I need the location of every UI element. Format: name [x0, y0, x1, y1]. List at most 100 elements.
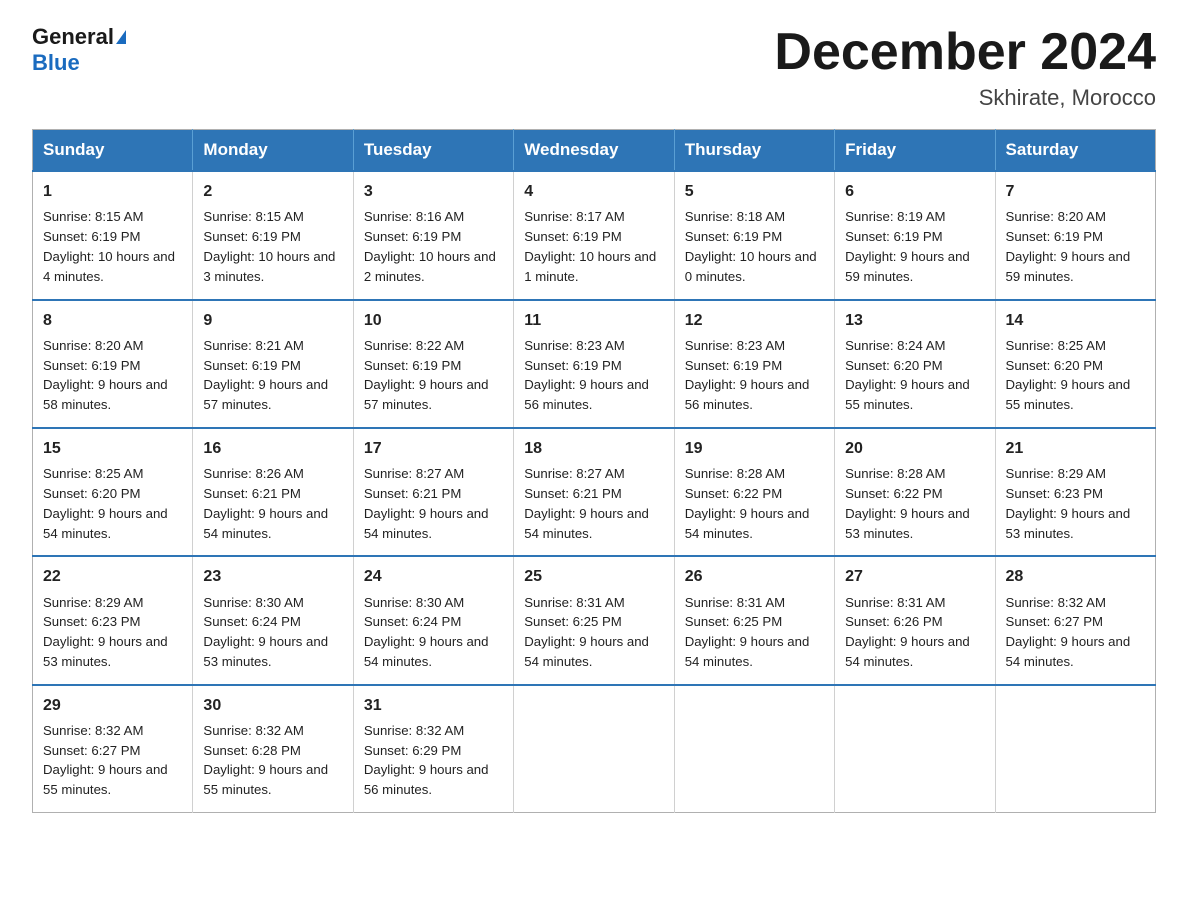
calendar-cell: 30Sunrise: 8:32 AMSunset: 6:28 PMDayligh…: [193, 685, 353, 813]
calendar-cell: 29 Sunrise: 8:32 AMSunset: 6:27 PMDayligh…: [33, 685, 193, 813]
day-number: 28: [1006, 565, 1145, 588]
calendar-header-wednesday: Wednesday: [514, 130, 674, 172]
calendar-cell: 22 Sunrise: 8:29 AMSunset: 6:23 PMDayligh…: [33, 556, 193, 684]
day-number: 6: [845, 180, 984, 203]
day-info: Sunrise: 8:27 AMSunset: 6:21 PMDaylight:…: [524, 466, 649, 540]
calendar-cell: 1 Sunrise: 8:15 AMSunset: 6:19 PMDaylight…: [33, 171, 193, 299]
day-info: Sunrise: 8:28 AMSunset: 6:22 PMDaylight:…: [685, 466, 810, 540]
day-number: 19: [685, 437, 824, 460]
calendar-cell: 13 Sunrise: 8:24 AMSunset: 6:20 PMDayligh…: [835, 300, 995, 428]
day-number: 10: [364, 309, 503, 332]
day-number: 8: [43, 309, 182, 332]
day-info: Sunrise: 8:31 AMSunset: 6:26 PMDaylight:…: [845, 595, 970, 669]
calendar-header-monday: Monday: [193, 130, 353, 172]
title-container: December 2024 Skhirate, Morocco: [774, 24, 1156, 111]
calendar-cell: 2 Sunrise: 8:15 AMSunset: 6:19 PMDaylight…: [193, 171, 353, 299]
calendar-cell: 20Sunrise: 8:28 AMSunset: 6:22 PMDayligh…: [835, 428, 995, 556]
day-number: 13: [845, 309, 984, 332]
day-number: 23: [203, 565, 342, 588]
day-info: Sunrise: 8:18 AMSunset: 6:19 PMDaylight:…: [685, 209, 817, 283]
day-info: Sunrise: 8:20 AMSunset: 6:19 PMDaylight:…: [1006, 209, 1131, 283]
location-subtitle: Skhirate, Morocco: [774, 85, 1156, 111]
calendar-header-thursday: Thursday: [674, 130, 834, 172]
calendar-cell: 26Sunrise: 8:31 AMSunset: 6:25 PMDayligh…: [674, 556, 834, 684]
day-number: 9: [203, 309, 342, 332]
day-number: 12: [685, 309, 824, 332]
calendar-week-row: 15Sunrise: 8:25 AMSunset: 6:20 PMDayligh…: [33, 428, 1156, 556]
calendar-cell: [674, 685, 834, 813]
day-info: Sunrise: 8:29 AMSunset: 6:23 PMDaylight:…: [1006, 466, 1131, 540]
day-info: Sunrise: 8:24 AMSunset: 6:20 PMDaylight:…: [845, 338, 970, 412]
calendar-cell: 21 Sunrise: 8:29 AMSunset: 6:23 PMDayligh…: [995, 428, 1155, 556]
day-number: 17: [364, 437, 503, 460]
day-number: 29: [43, 694, 182, 717]
day-number: 15: [43, 437, 182, 460]
day-number: 14: [1006, 309, 1145, 332]
day-info: Sunrise: 8:17 AMSunset: 6:19 PMDaylight:…: [524, 209, 656, 283]
calendar-cell: 9 Sunrise: 8:21 AMSunset: 6:19 PMDaylight…: [193, 300, 353, 428]
day-number: 21: [1006, 437, 1145, 460]
day-number: 31: [364, 694, 503, 717]
page-header: General Blue December 2024 Skhirate, Mor…: [32, 24, 1156, 111]
day-info: Sunrise: 8:22 AMSunset: 6:19 PMDaylight:…: [364, 338, 489, 412]
calendar-header-friday: Friday: [835, 130, 995, 172]
day-info: Sunrise: 8:20 AMSunset: 6:19 PMDaylight:…: [43, 338, 168, 412]
day-number: 22: [43, 565, 182, 588]
calendar-cell: 19 Sunrise: 8:28 AMSunset: 6:22 PMDayligh…: [674, 428, 834, 556]
day-info: Sunrise: 8:26 AMSunset: 6:21 PMDaylight:…: [203, 466, 328, 540]
day-info: Sunrise: 8:15 AMSunset: 6:19 PMDaylight:…: [203, 209, 335, 283]
day-number: 1: [43, 180, 182, 203]
calendar-cell: 18 Sunrise: 8:27 AMSunset: 6:21 PMDayligh…: [514, 428, 674, 556]
day-number: 20: [845, 437, 984, 460]
calendar-week-row: 22 Sunrise: 8:29 AMSunset: 6:23 PMDayligh…: [33, 556, 1156, 684]
calendar-cell: 23 Sunrise: 8:30 AMSunset: 6:24 PMDayligh…: [193, 556, 353, 684]
day-number: 18: [524, 437, 663, 460]
calendar-cell: 10 Sunrise: 8:22 AMSunset: 6:19 PMDayligh…: [353, 300, 513, 428]
calendar-cell: 16 Sunrise: 8:26 AMSunset: 6:21 PMDayligh…: [193, 428, 353, 556]
day-info: Sunrise: 8:16 AMSunset: 6:19 PMDaylight:…: [364, 209, 496, 283]
logo-triangle-icon: [116, 30, 126, 44]
calendar-cell: 15Sunrise: 8:25 AMSunset: 6:20 PMDayligh…: [33, 428, 193, 556]
day-info: Sunrise: 8:32 AMSunset: 6:27 PMDaylight:…: [1006, 595, 1131, 669]
logo-blue-text: Blue: [32, 50, 80, 76]
calendar-cell: 28 Sunrise: 8:32 AMSunset: 6:27 PMDayligh…: [995, 556, 1155, 684]
day-info: Sunrise: 8:19 AMSunset: 6:19 PMDaylight:…: [845, 209, 970, 283]
day-number: 3: [364, 180, 503, 203]
day-info: Sunrise: 8:21 AMSunset: 6:19 PMDaylight:…: [203, 338, 328, 412]
day-number: 24: [364, 565, 503, 588]
day-number: 25: [524, 565, 663, 588]
day-info: Sunrise: 8:32 AMSunset: 6:28 PMDaylight:…: [203, 723, 328, 797]
calendar-header-sunday: Sunday: [33, 130, 193, 172]
calendar-cell: 25 Sunrise: 8:31 AMSunset: 6:25 PMDayligh…: [514, 556, 674, 684]
day-info: Sunrise: 8:30 AMSunset: 6:24 PMDaylight:…: [203, 595, 328, 669]
calendar-header-tuesday: Tuesday: [353, 130, 513, 172]
calendar-cell: 17 Sunrise: 8:27 AMSunset: 6:21 PMDayligh…: [353, 428, 513, 556]
month-title: December 2024: [774, 24, 1156, 81]
calendar-cell: 11 Sunrise: 8:23 AMSunset: 6:19 PMDayligh…: [514, 300, 674, 428]
calendar-cell: 12Sunrise: 8:23 AMSunset: 6:19 PMDayligh…: [674, 300, 834, 428]
calendar-cell: 14 Sunrise: 8:25 AMSunset: 6:20 PMDayligh…: [995, 300, 1155, 428]
calendar-week-row: 8 Sunrise: 8:20 AMSunset: 6:19 PMDaylight…: [33, 300, 1156, 428]
day-number: 11: [524, 309, 663, 332]
day-info: Sunrise: 8:25 AMSunset: 6:20 PMDaylight:…: [1006, 338, 1131, 412]
day-info: Sunrise: 8:15 AMSunset: 6:19 PMDaylight:…: [43, 209, 175, 283]
calendar-cell: 7 Sunrise: 8:20 AMSunset: 6:19 PMDaylight…: [995, 171, 1155, 299]
calendar-cell: 6 Sunrise: 8:19 AMSunset: 6:19 PMDaylight…: [835, 171, 995, 299]
day-info: Sunrise: 8:27 AMSunset: 6:21 PMDaylight:…: [364, 466, 489, 540]
day-number: 2: [203, 180, 342, 203]
calendar-cell: [995, 685, 1155, 813]
day-info: Sunrise: 8:23 AMSunset: 6:19 PMDaylight:…: [524, 338, 649, 412]
day-number: 26: [685, 565, 824, 588]
day-number: 4: [524, 180, 663, 203]
day-info: Sunrise: 8:30 AMSunset: 6:24 PMDaylight:…: [364, 595, 489, 669]
day-info: Sunrise: 8:31 AMSunset: 6:25 PMDaylight:…: [524, 595, 649, 669]
day-number: 16: [203, 437, 342, 460]
day-info: Sunrise: 8:29 AMSunset: 6:23 PMDaylight:…: [43, 595, 168, 669]
logo-general-text: General: [32, 24, 114, 50]
calendar-cell: 4 Sunrise: 8:17 AMSunset: 6:19 PMDaylight…: [514, 171, 674, 299]
day-info: Sunrise: 8:32 AMSunset: 6:27 PMDaylight:…: [43, 723, 168, 797]
day-number: 7: [1006, 180, 1145, 203]
day-number: 27: [845, 565, 984, 588]
calendar-cell: 31Sunrise: 8:32 AMSunset: 6:29 PMDayligh…: [353, 685, 513, 813]
calendar-cell: 3 Sunrise: 8:16 AMSunset: 6:19 PMDaylight…: [353, 171, 513, 299]
